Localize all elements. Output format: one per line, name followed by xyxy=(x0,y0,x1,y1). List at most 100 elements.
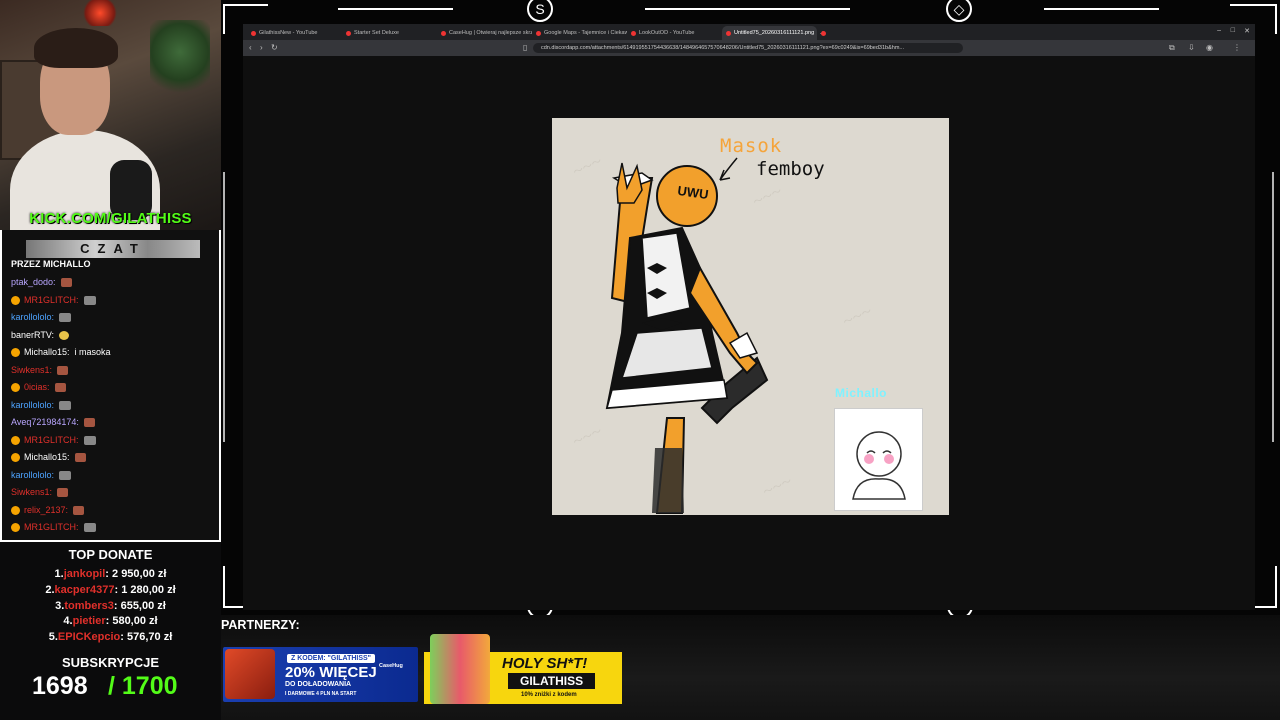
holy-ad-banner: HOLY SH*T! GILATHISS 10% zniżki z kodem xyxy=(424,634,622,704)
chat-message: relix_2137: xyxy=(11,502,216,520)
donate-rank: 1. xyxy=(54,568,64,580)
top-donate-title: TOP DONATE xyxy=(68,547,153,562)
chat-message: karollololo: xyxy=(11,397,216,415)
back-icon[interactable]: ‹ xyxy=(249,43,252,52)
chat-username[interactable]: Siwkens1: xyxy=(11,484,52,502)
bookmark-icon[interactable]: ▯ xyxy=(523,43,527,52)
drawing-label-femboy: femboy xyxy=(756,158,825,180)
webcam-feed xyxy=(0,0,221,230)
donate-rank: 5. xyxy=(48,631,58,644)
frame-corner-top-left xyxy=(223,4,268,6)
drawing-label-masok: Masok xyxy=(720,135,783,157)
chest-icon xyxy=(225,649,275,699)
donate-amount: : 576,70 zł xyxy=(120,631,173,644)
menu-icon[interactable]: ⋮ xyxy=(1233,43,1241,52)
browser-tab[interactable]: CaseHug | Otwieraj najlepsze skrzynki xyxy=(437,26,532,40)
downloads-icon[interactable]: ⇩ xyxy=(1188,43,1195,52)
artist-signature: Michallo xyxy=(835,386,888,400)
tab-strip: GilathissNew - YouTube Starter Set Deluxe… xyxy=(243,24,1255,40)
casehug-headline: 20% WIĘCEJ xyxy=(285,664,377,681)
donate-rank: 3. xyxy=(55,599,65,612)
artist-avatar xyxy=(834,408,923,511)
chat-username[interactable]: banerRTV: xyxy=(11,327,54,345)
chat-username[interactable]: MR1GLITCH: xyxy=(24,519,79,537)
new-tab-button[interactable]: + xyxy=(817,26,831,40)
chat-message: Michallo15: xyxy=(11,449,216,467)
close-window-icon[interactable]: ✕ xyxy=(1244,27,1250,35)
chat-username[interactable]: Siwkens1: xyxy=(11,362,52,380)
chat-username[interactable]: ptak_dodo: xyxy=(11,274,56,292)
browser-tab[interactable]: LookOutOD - YouTube xyxy=(627,26,722,40)
holy-discount: 10% zniżki z kodem xyxy=(521,692,577,698)
donor-name: jankopil xyxy=(63,568,106,580)
chat-message: Aveq721984174: xyxy=(11,414,216,432)
emote-icon xyxy=(59,330,70,340)
top-donate-list: 1.jankopil: 2 950,00 zł 2.kacper4377: 1 2… xyxy=(0,567,221,646)
avatar-sketch-icon xyxy=(852,431,906,500)
frame-corner-top-right-v xyxy=(1275,4,1277,34)
maximize-icon[interactable]: □ xyxy=(1231,27,1235,34)
extensions-icon[interactable]: ⧉ xyxy=(1169,43,1175,53)
chat-username[interactable]: Michallo15: xyxy=(24,449,70,467)
frame-left-line xyxy=(223,172,225,442)
emote-icon xyxy=(74,453,86,463)
address-bar[interactable]: cdn.discordapp.com/attachments/614919551… xyxy=(533,43,963,53)
chat-username[interactable]: karollololo: xyxy=(11,309,54,327)
donate-rank: 2. xyxy=(45,583,55,596)
product-cans-icon xyxy=(430,634,490,704)
subscriber-badge-icon xyxy=(11,295,20,305)
chat-username[interactable]: relix_2137: xyxy=(24,502,68,520)
minimize-icon[interactable]: – xyxy=(1217,27,1221,34)
donate-entry: 3.tombers3: 655,00 zł xyxy=(0,599,221,615)
chat-message: banerRTV: xyxy=(11,327,216,345)
background-plant xyxy=(150,20,210,100)
emote-icon xyxy=(57,488,69,498)
browser-tab[interactable]: Google Maps - Tajemnice i Ciekawostki xyxy=(532,26,627,40)
chat-message: ptak_dodo: xyxy=(11,274,216,292)
subscriber-badge-icon xyxy=(11,435,20,445)
donate-entry: 2.kacper4377: 1 280,00 zł xyxy=(0,583,221,599)
donor-name: tombers3 xyxy=(64,599,114,612)
emote-icon xyxy=(83,435,96,445)
chat-username[interactable]: MR1GLITCH: xyxy=(24,432,79,450)
donate-amount: : 1 280,00 zł xyxy=(114,583,176,596)
frame-corner-top-right xyxy=(1230,4,1277,6)
chat-message: MR1GLITCH: xyxy=(11,432,216,450)
casehug-fineprint: I DARMOWE 4 PLN NA START xyxy=(285,691,357,697)
browser-tab[interactable]: Untitled75_20260316111121.png xyxy=(722,26,817,40)
chat-subtitle: PRZEZ MICHALLO xyxy=(11,259,91,269)
forward-icon[interactable]: › xyxy=(260,43,263,52)
donate-amount: : 2 950,00 zł xyxy=(105,568,167,580)
chat-username[interactable]: karollololo: xyxy=(11,397,54,415)
chat-message: Siwkens1: xyxy=(11,484,216,502)
chat-username[interactable]: karollololo: xyxy=(11,467,54,485)
toolbar: ‹ › ↻ ▯ cdn.discordapp.com/attachments/6… xyxy=(243,40,1255,56)
casehug-ad-banner: Z KODEM: "GILATHISS" CaseHug 20% WIĘCEJ … xyxy=(223,647,418,702)
chat-username[interactable]: MR1GLITCH: xyxy=(24,292,79,310)
chat-message: karollololo: xyxy=(11,467,216,485)
browser-tab[interactable]: Starter Set Deluxe xyxy=(342,26,437,40)
emote-icon xyxy=(57,365,69,375)
streamer-hair xyxy=(34,28,118,68)
chat-username[interactable]: Michallo15: xyxy=(24,344,70,362)
subscriptions-count: 1698 xyxy=(32,672,88,700)
subscriber-badge-icon xyxy=(11,383,20,393)
background-light xyxy=(80,0,120,26)
chat-message: karollololo: xyxy=(11,309,216,327)
frame-corner-bottom-right-v xyxy=(1275,566,1277,608)
reload-icon[interactable]: ↻ xyxy=(271,43,278,52)
partners-label: PARTNERZY: xyxy=(221,618,300,632)
donate-amount: : 655,00 zł xyxy=(113,599,166,612)
donor-name: EPICKepcio xyxy=(57,631,121,644)
chat-username[interactable]: Aveq721984174: xyxy=(11,414,79,432)
subscriber-badge-icon xyxy=(11,453,20,463)
subscriptions-goal: / 1700 xyxy=(108,672,178,700)
casehug-code: Z KODEM: "GILATHISS" xyxy=(287,654,376,663)
donate-rank: 4. xyxy=(63,615,73,628)
browser-tab[interactable]: GilathissNew - YouTube xyxy=(247,26,342,40)
chat-messages: ptak_dodo: MR1GLITCH: karollololo: banerRTV… xyxy=(11,274,216,537)
kick-channel-handle: KICK.COM/GILATHISS xyxy=(29,210,192,227)
profile-icon[interactable]: ◉ xyxy=(1206,43,1213,52)
chat-username[interactable]: 0icias: xyxy=(24,379,50,397)
emote-icon xyxy=(73,505,85,515)
